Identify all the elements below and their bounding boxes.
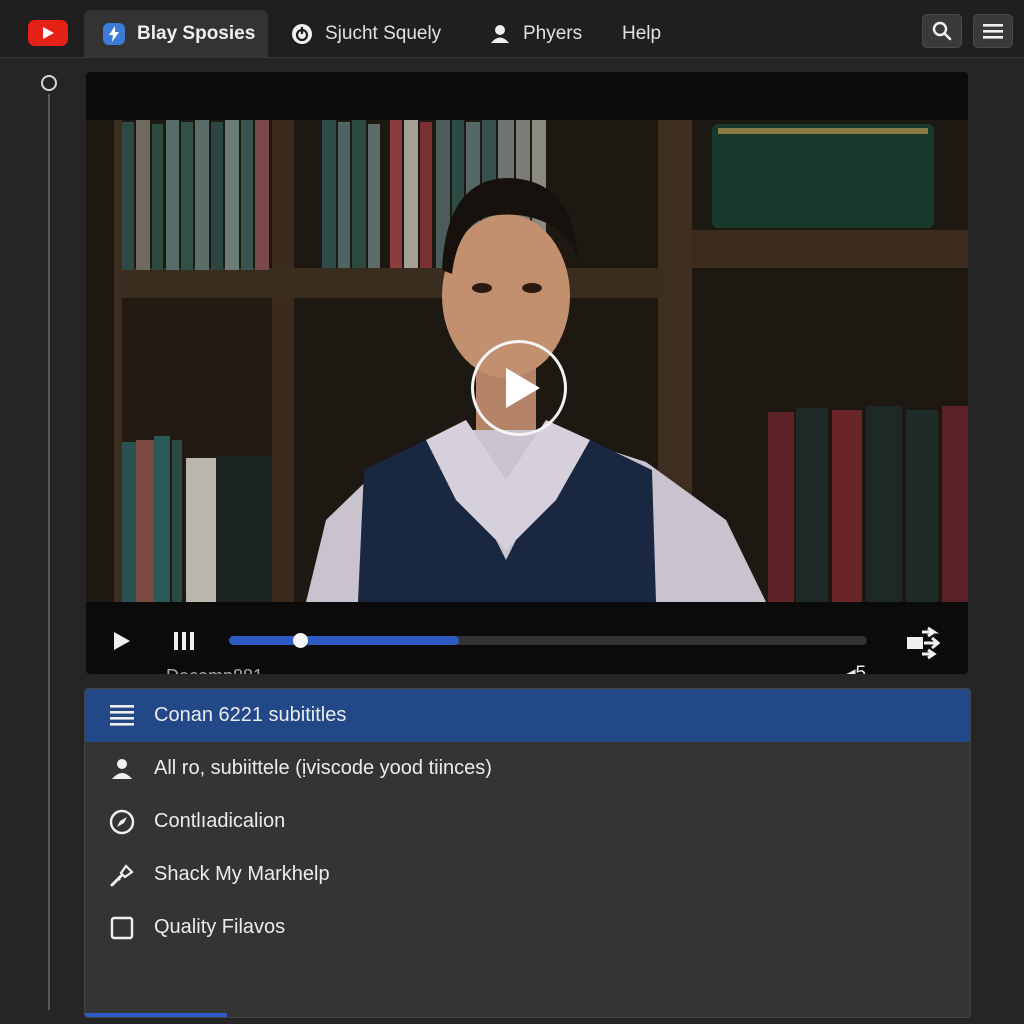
video-player: Decomp881 ◂5 <box>86 72 968 674</box>
hamburger-menu-icon <box>983 24 1003 39</box>
menu-item-label: All ro, subiittele (ịviscode yood tiince… <box>154 757 492 779</box>
menu-item-all-subtitles[interactable]: All ro, subiittele (ịviscode yood tiince… <box>85 742 970 795</box>
power-icon <box>290 22 314 46</box>
top-navigation-bar: Blay Sposies Sjucht Squely Phyers Help <box>0 0 1024 58</box>
video-frame[interactable] <box>86 120 968 602</box>
rail-track[interactable] <box>48 94 50 1010</box>
menu-item-label: Quality Filavos <box>154 916 286 938</box>
person-icon <box>107 754 137 784</box>
tab-sjucht-squely[interactable]: Sjucht Squely <box>290 10 460 58</box>
expand-arrows-icon <box>907 626 941 660</box>
menu-item-quality-filavos[interactable]: Quality Filavos <box>85 901 970 954</box>
tab-label: Phyers <box>523 23 583 44</box>
tools-icon <box>107 860 137 890</box>
menu-item-label: Conan 6221 subititles <box>154 704 347 726</box>
panel-scroll-indicator[interactable] <box>85 1013 227 1017</box>
tab-label: Blay Sposies <box>137 23 256 44</box>
search-icon <box>932 21 952 41</box>
progress-thumb[interactable] <box>293 633 309 648</box>
big-play-button[interactable] <box>471 340 567 436</box>
pause-icon[interactable] <box>174 632 196 650</box>
menu-item-label: Contlıadicalion <box>154 810 286 832</box>
tab-blay-sposies[interactable]: Blay Sposies <box>84 10 268 58</box>
play-icon[interactable] <box>114 632 130 650</box>
list-icon <box>107 701 137 731</box>
menu-item-label: Shack My Markhelp <box>154 863 330 885</box>
volume-label[interactable]: ◂5 <box>846 662 866 674</box>
progress-fill <box>229 636 459 645</box>
menu-item-subtitles[interactable]: Conan 6221 subititles <box>85 689 970 742</box>
checkbox-icon <box>107 913 137 943</box>
menu-item-contradication[interactable]: Contlıadicalion <box>85 795 970 848</box>
app-badge-icon <box>102 22 126 46</box>
search-button[interactable] <box>922 14 962 48</box>
menu-button[interactable] <box>973 14 1013 48</box>
player-controls: Decomp881 ◂5 <box>86 602 968 674</box>
time-label: Decomp881 <box>166 666 263 674</box>
fullscreen-button[interactable] <box>904 626 942 660</box>
tab-label: Sjucht Squely <box>325 23 442 44</box>
youtube-logo-icon[interactable] <box>28 20 68 46</box>
tab-phyers[interactable]: Phyers <box>488 10 598 58</box>
tab-label: Help <box>622 23 662 44</box>
subtitle-settings-menu: Conan 6221 subititles All ro, subiittele… <box>84 688 971 1018</box>
progress-bar[interactable] <box>229 633 867 648</box>
person-icon <box>488 22 512 46</box>
compass-icon <box>107 807 137 837</box>
menu-item-shack-my-markhelp[interactable]: Shack My Markhelp <box>85 848 970 901</box>
tab-help[interactable]: Help <box>622 10 682 58</box>
rail-handle[interactable] <box>41 75 57 91</box>
